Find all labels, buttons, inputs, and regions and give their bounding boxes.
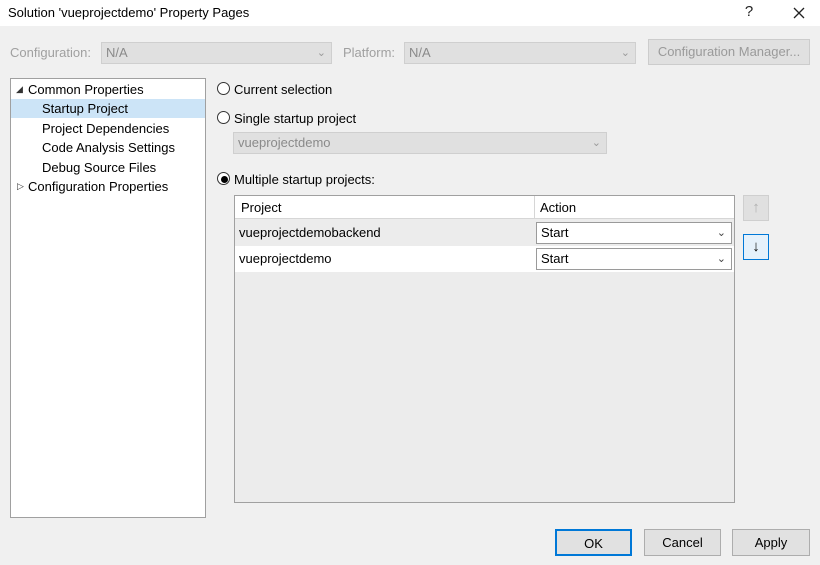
title-bar: Solution 'vueprojectdemo' Property Pages… bbox=[0, 0, 820, 26]
collapsed-triangle-icon[interactable]: ▷ bbox=[17, 177, 24, 196]
radio-selected-dot bbox=[221, 176, 228, 183]
tree-item-label: Code Analysis Settings bbox=[42, 140, 175, 155]
project-cell[interactable]: vueprojectdemobackend bbox=[235, 220, 534, 246]
tree-item-startup-project[interactable]: Startup Project bbox=[11, 99, 205, 118]
tree-item-label: Project Dependencies bbox=[42, 121, 170, 136]
tree-item-label: Debug Source Files bbox=[42, 160, 157, 175]
property-tree[interactable]: ◢ Common Properties Startup Project Proj… bbox=[10, 78, 206, 518]
chevron-down-icon: ⌄ bbox=[620, 47, 630, 59]
startup-projects-grid[interactable]: Project Action vueprojectdemobackend Sta… bbox=[234, 195, 735, 503]
tree-item-common-properties[interactable]: ◢ Common Properties bbox=[11, 80, 205, 99]
tree-item-project-dependencies[interactable]: Project Dependencies bbox=[11, 119, 205, 138]
move-down-button[interactable]: ↓ bbox=[743, 234, 769, 260]
chevron-down-icon: ⌄ bbox=[316, 47, 326, 59]
configuration-value: N/A bbox=[106, 45, 128, 60]
platform-value: N/A bbox=[409, 45, 431, 60]
action-dropdown[interactable]: Start ⌄ bbox=[536, 248, 732, 270]
single-startup-radio[interactable] bbox=[217, 111, 230, 124]
project-cell[interactable]: vueprojectdemo bbox=[235, 246, 534, 272]
chevron-down-icon: ⌄ bbox=[716, 227, 726, 239]
current-selection-radio[interactable] bbox=[217, 82, 230, 95]
table-row[interactable]: vueprojectdemo Start ⌄ bbox=[235, 246, 734, 272]
expanded-triangle-icon[interactable]: ◢ bbox=[16, 80, 23, 99]
action-value: Start bbox=[541, 251, 569, 266]
window-title: Solution 'vueprojectdemo' Property Pages bbox=[8, 5, 250, 20]
single-startup-value: vueprojectdemo bbox=[238, 135, 331, 150]
multiple-startup-label[interactable]: Multiple startup projects: bbox=[234, 172, 375, 187]
configuration-label: Configuration: bbox=[10, 45, 91, 60]
cancel-button[interactable]: Cancel bbox=[644, 529, 721, 556]
multiple-startup-radio[interactable] bbox=[217, 172, 230, 185]
single-startup-label[interactable]: Single startup project bbox=[234, 111, 356, 126]
close-icon bbox=[793, 7, 805, 19]
current-selection-label[interactable]: Current selection bbox=[234, 82, 332, 97]
tree-item-label: Configuration Properties bbox=[28, 179, 169, 194]
tree-item-label: Common Properties bbox=[28, 82, 144, 97]
table-row[interactable]: vueprojectdemobackend Start ⌄ bbox=[235, 220, 734, 246]
action-dropdown[interactable]: Start ⌄ bbox=[536, 222, 732, 244]
arrow-down-icon: ↓ bbox=[752, 238, 760, 255]
grid-header: Project Action bbox=[235, 196, 734, 219]
help-button[interactable]: ? bbox=[732, 0, 766, 26]
chevron-down-icon: ⌄ bbox=[591, 137, 601, 149]
tree-item-label: Startup Project bbox=[42, 101, 128, 116]
action-value: Start bbox=[541, 225, 569, 240]
apply-button[interactable]: Apply bbox=[732, 529, 810, 556]
ok-button[interactable]: OK bbox=[555, 529, 632, 556]
tree-item-configuration-properties[interactable]: ▷ Configuration Properties bbox=[11, 177, 205, 196]
configuration-combo: N/A ⌄ bbox=[101, 42, 332, 64]
close-button[interactable] bbox=[782, 0, 816, 26]
configuration-manager-button[interactable]: Configuration Manager... bbox=[648, 39, 810, 65]
column-header-action[interactable]: Action bbox=[534, 196, 576, 219]
chevron-down-icon: ⌄ bbox=[716, 253, 726, 265]
tree-item-code-analysis-settings[interactable]: Code Analysis Settings bbox=[11, 138, 205, 157]
platform-combo: N/A ⌄ bbox=[404, 42, 636, 64]
column-header-project[interactable]: Project bbox=[235, 196, 281, 219]
platform-label: Platform: bbox=[343, 45, 396, 60]
tree-item-debug-source-files[interactable]: Debug Source Files bbox=[11, 158, 205, 177]
move-up-button[interactable]: ↑ bbox=[743, 195, 769, 221]
single-startup-combo: vueprojectdemo ⌄ bbox=[233, 132, 607, 154]
arrow-up-icon: ↑ bbox=[752, 199, 760, 216]
